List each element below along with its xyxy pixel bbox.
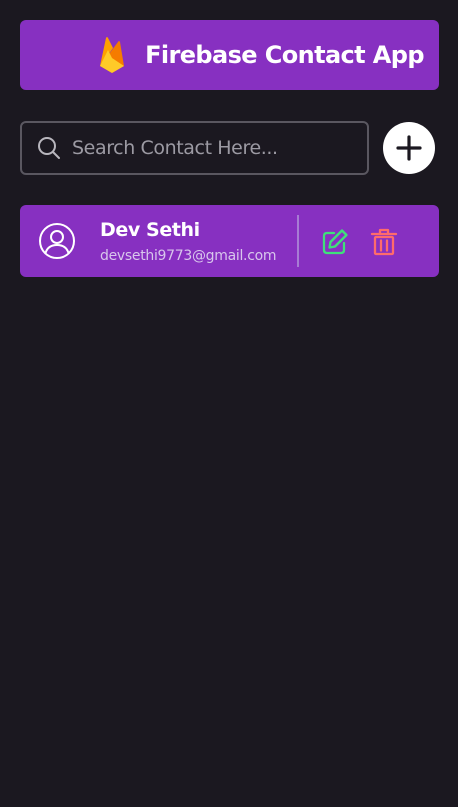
trash-icon[interactable] [369,227,399,257]
app-root: Firebase Contact App Dev Sethi devsethi9… [0,0,458,807]
user-circle-icon [39,223,75,259]
search-input[interactable] [72,123,362,173]
divider [297,215,299,267]
contact-name: Dev Sethi [100,219,200,241]
search-box [20,121,369,175]
search-icon [38,137,60,159]
app-title: Firebase Contact App [145,41,424,69]
plus-icon [396,135,422,161]
app-header: Firebase Contact App [20,20,439,90]
contact-card: Dev Sethi devsethi9773@gmail.com [20,205,439,277]
edit-icon[interactable] [320,227,350,257]
firebase-flame-icon [100,37,124,73]
add-contact-button[interactable] [383,122,435,174]
contact-email: devsethi9773@gmail.com [100,248,277,264]
